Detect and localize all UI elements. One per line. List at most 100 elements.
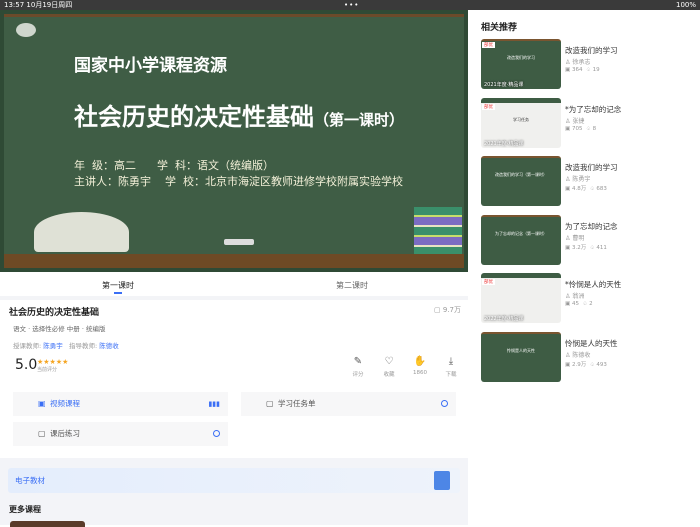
course-author: ♙ 陈德收 bbox=[565, 351, 591, 359]
status-circle-icon bbox=[441, 400, 448, 407]
thumbs-up-icon: ♤ bbox=[589, 186, 595, 192]
person-icon: ♙ bbox=[565, 293, 571, 300]
status-bar: 13:57 10月19日周四 ••• 100% bbox=[0, 0, 700, 10]
person-icon: ♙ bbox=[565, 176, 571, 183]
view-count: ▢ 9.7万 bbox=[434, 306, 461, 314]
views-icon: ▣ bbox=[565, 67, 571, 73]
course-stats: ▣ 4.8万 ♤ 683 bbox=[565, 186, 607, 192]
course-title: 怜悯是人的天性 bbox=[565, 338, 618, 348]
course-thumbnail[interactable] bbox=[10, 521, 85, 527]
views-icon: ▣ bbox=[565, 125, 571, 132]
year-label: 2021年度·精品课 bbox=[484, 82, 524, 88]
thumbs-up-icon: ♤ bbox=[589, 361, 595, 368]
thumbs-up-icon: ♤ bbox=[585, 125, 591, 132]
lesson-meta: 语文 · 选择性必修 中册 · 统编版 bbox=[13, 325, 106, 333]
clipboard-icon: ▢ bbox=[266, 399, 274, 408]
book-icon bbox=[434, 471, 450, 490]
recommended-course[interactable]: 改造我们的学习（第一课时） 改造我们的学习 ♙ 陈勇宇 ▣ 4.8万 ♤ 683 bbox=[481, 156, 691, 206]
divider bbox=[0, 296, 468, 300]
heart-icon: ♡ bbox=[384, 356, 394, 367]
person-icon: ♙ bbox=[565, 351, 571, 359]
recommended-course[interactable]: 学习任务 部优 2021年度·精品课 *为了忘却的记念 ♙ 张捷 ▣ 705 ♤… bbox=[481, 97, 691, 148]
person-icon: ♙ bbox=[565, 234, 571, 242]
course-author: ♙ 徐承志 bbox=[565, 59, 591, 66]
course-thumbnail: 怜悯是人的天性 bbox=[481, 331, 561, 382]
thumbnail-title: 改造我们的学习 bbox=[507, 55, 535, 60]
recommendations-panel: 相关推荐 改造我们的学习 部优 2021年度·精品课 改造我们的学习 ♙ 徐承志… bbox=[470, 10, 700, 525]
thumbs-up-icon: ♤ bbox=[585, 67, 591, 73]
download-icon: ⤓ bbox=[448, 356, 454, 367]
thumbs-up-icon: ♤ bbox=[589, 244, 595, 251]
views-icon: ▣ bbox=[565, 186, 571, 192]
thumbnail-title: 改造我们的学习（第一课时） bbox=[495, 172, 547, 177]
video-course-button[interactable]: ▣ 视频课程 ▮▮▮ bbox=[13, 392, 228, 416]
tab-lesson-1[interactable]: 第一课时 bbox=[102, 280, 134, 294]
course-title: *怜悯是人的天性 bbox=[565, 280, 622, 289]
board-org: 国家中小学课程资源 bbox=[74, 56, 227, 76]
ebook-banner[interactable]: 电子教材 bbox=[8, 468, 460, 493]
multitask-dots[interactable]: ••• bbox=[344, 0, 359, 10]
views-icon: ▣ bbox=[565, 301, 571, 307]
course-stats: ▣ 705 ♤ 8 bbox=[565, 125, 597, 132]
lesson-tabs: 第一课时 第二课时 bbox=[0, 272, 468, 296]
course-stats: ▣ 3.2万 ♤ 411 bbox=[565, 244, 607, 251]
teachers: 授课教师: 陈勇宇 指导教师: 陈德收 bbox=[13, 342, 119, 350]
thumbs-up-icon: ♤ bbox=[582, 301, 588, 307]
like-button[interactable]: ✋ 1860 bbox=[408, 356, 432, 376]
badge: 部优 bbox=[482, 103, 495, 110]
status-time: 13:57 10月19日周四 bbox=[4, 1, 73, 9]
status-circle-icon bbox=[213, 430, 220, 437]
recommendations-title: 相关推荐 bbox=[481, 23, 518, 33]
lesson-title: 社会历史的决定性基础 bbox=[9, 308, 100, 318]
course-author: ♙ 陈勇宇 bbox=[565, 176, 591, 183]
comment-icon: ✎ bbox=[353, 356, 363, 367]
course-title: 为了忘却的记念 bbox=[565, 221, 618, 231]
course-author: ♙ 翁洲 bbox=[565, 293, 585, 300]
course-title: 改造我们的学习 bbox=[565, 163, 618, 172]
recommended-course[interactable]: 改造我们的学习 部优 2021年度·精品课 改造我们的学习 ♙ 徐承志 ▣ 36… bbox=[481, 39, 691, 89]
lower-section: 电子教材 更多课程 bbox=[0, 458, 468, 527]
recommended-course[interactable]: 怜悯是人的天性 怜悯是人的天性 ♙ 陈德收 ▣ 2.9万 ♤ 493 bbox=[481, 331, 691, 382]
person-icon: ♙ bbox=[565, 117, 571, 125]
video-file-icon: ▣ bbox=[38, 399, 46, 408]
thumbnail-title: 学习任务 bbox=[513, 116, 529, 122]
rating-score: 5.0 bbox=[15, 357, 38, 373]
thumbs-up-icon: ✋ bbox=[413, 356, 427, 367]
course-stats: ▣ 2.9万 ♤ 493 bbox=[565, 361, 607, 368]
badge: 部优 bbox=[482, 42, 495, 48]
rate-button[interactable]: ✎ 评分 bbox=[346, 356, 370, 378]
rating-stars: ★★★★★ bbox=[37, 358, 69, 366]
guide-teacher-link[interactable]: 陈德收 bbox=[99, 342, 119, 350]
favorite-button[interactable]: ♡ 收藏 bbox=[377, 356, 401, 378]
course-stats: ▣ 45 ♤ 2 bbox=[565, 301, 593, 307]
open-book-icon bbox=[34, 212, 129, 252]
course-thumbnail: 学习任务 部优 2021年度·精品课 bbox=[481, 97, 561, 148]
playing-bars-icon: ▮▮▮ bbox=[208, 400, 220, 408]
rating-label: 当前评分 bbox=[37, 367, 58, 373]
course-author: ♙ 张捷 bbox=[565, 117, 585, 125]
video-player[interactable]: 国家中小学课程资源 社会历史的决定性基础（第一课时） 年 级：高二 学 科：语文… bbox=[0, 10, 468, 272]
chalk-ledge bbox=[4, 254, 464, 268]
course-thumbnail: 部优 2022年度·精品课 bbox=[481, 273, 561, 323]
more-courses-heading: 更多课程 bbox=[9, 505, 41, 514]
course-thumbnail: 为了忘却的记念（第一课时） bbox=[481, 214, 561, 265]
course-thumbnail: 改造我们的学习（第一课时） bbox=[481, 156, 561, 206]
board-teacher-school: 主讲人：陈勇宇 学 校：北京市海淀区教师进修学校附属实验学校 bbox=[74, 175, 403, 188]
recommended-course[interactable]: 为了忘却的记念（第一课时） 为了忘却的记念 ♙ 曹明 ▣ 3.2万 ♤ 411 bbox=[481, 214, 691, 265]
course-author: ♙ 曹明 bbox=[565, 234, 585, 242]
chalkboard-slide: 国家中小学课程资源 社会历史的决定性基础（第一课时） 年 级：高二 学 科：语文… bbox=[4, 14, 464, 268]
download-button[interactable]: ⤓ 下载 bbox=[439, 356, 463, 378]
logo-icon bbox=[16, 23, 36, 37]
thumbnail-title: 怜悯是人的天性 bbox=[507, 347, 535, 353]
tab-lesson-2[interactable]: 第二课时 bbox=[336, 280, 368, 291]
board-title: 社会历史的决定性基础（第一课时） bbox=[74, 103, 405, 131]
task-sheet-button[interactable]: ▢ 学习任务单 bbox=[241, 392, 456, 416]
course-title: 改造我们的学习 bbox=[565, 46, 618, 55]
teacher-link[interactable]: 陈勇宇 bbox=[43, 342, 63, 350]
exercise-button[interactable]: ▢ 课后练习 bbox=[13, 422, 228, 446]
person-icon: ♙ bbox=[565, 59, 571, 66]
year-label: 2021年度·精品课 bbox=[484, 140, 524, 147]
recommended-course[interactable]: 部优 2022年度·精品课 *怜悯是人的天性 ♙ 翁洲 ▣ 45 ♤ 2 bbox=[481, 273, 691, 323]
course-thumbnail: 改造我们的学习 部优 2021年度·精品课 bbox=[481, 39, 561, 89]
course-stats: ▣ 364 ♤ 19 bbox=[565, 67, 600, 73]
